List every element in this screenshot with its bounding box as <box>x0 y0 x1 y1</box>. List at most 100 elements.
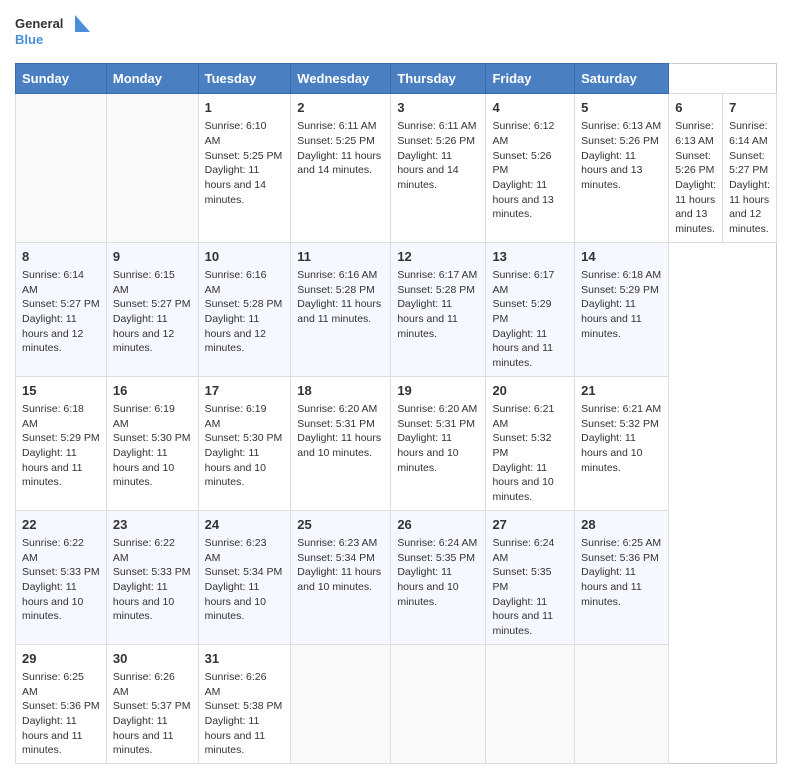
sunrise-text: Sunrise: 6:14 AM <box>729 120 768 147</box>
calendar-cell: 19Sunrise: 6:20 AMSunset: 5:31 PMDayligh… <box>391 376 486 510</box>
day-number: 20 <box>492 382 568 400</box>
day-number: 25 <box>297 516 384 534</box>
sunset-text: Sunset: 5:29 PM <box>581 284 659 296</box>
day-number: 9 <box>113 248 192 266</box>
daylight-text: Daylight: 11 hours and 14 minutes. <box>297 150 381 177</box>
calendar-cell: 10Sunrise: 6:16 AMSunset: 5:28 PMDayligh… <box>198 242 291 376</box>
sunset-text: Sunset: 5:32 PM <box>492 432 551 459</box>
col-header-thursday: Thursday <box>391 64 486 94</box>
daylight-text: Daylight: 11 hours and 11 minutes. <box>397 298 458 339</box>
calendar-cell <box>16 94 107 243</box>
sunrise-text: Sunrise: 6:15 AM <box>113 269 175 296</box>
daylight-text: Daylight: 11 hours and 11 minutes. <box>581 566 642 607</box>
sunrise-text: Sunrise: 6:18 AM <box>581 269 661 281</box>
calendar-week-row: 29Sunrise: 6:25 AMSunset: 5:36 PMDayligh… <box>16 644 777 763</box>
sunset-text: Sunset: 5:31 PM <box>297 418 375 430</box>
sunset-text: Sunset: 5:26 PM <box>675 150 714 177</box>
daylight-text: Daylight: 11 hours and 10 minutes. <box>205 447 266 488</box>
sunrise-text: Sunrise: 6:26 AM <box>113 671 175 698</box>
calendar-cell: 28Sunrise: 6:25 AMSunset: 5:36 PMDayligh… <box>575 510 669 644</box>
sunset-text: Sunset: 5:30 PM <box>113 432 191 444</box>
sunrise-text: Sunrise: 6:21 AM <box>492 403 554 430</box>
day-number: 31 <box>205 650 285 668</box>
daylight-text: Daylight: 11 hours and 10 minutes. <box>397 566 458 607</box>
calendar-cell: 25Sunrise: 6:23 AMSunset: 5:34 PMDayligh… <box>291 510 391 644</box>
daylight-text: Daylight: 11 hours and 13 minutes. <box>581 150 642 191</box>
daylight-text: Daylight: 11 hours and 11 minutes. <box>113 715 174 756</box>
sunset-text: Sunset: 5:37 PM <box>113 700 191 712</box>
calendar-week-row: 22Sunrise: 6:22 AMSunset: 5:33 PMDayligh… <box>16 510 777 644</box>
sunset-text: Sunset: 5:38 PM <box>205 700 283 712</box>
sunrise-text: Sunrise: 6:20 AM <box>297 403 377 415</box>
sunrise-text: Sunrise: 6:16 AM <box>297 269 377 281</box>
calendar-cell <box>486 644 575 763</box>
sunset-text: Sunset: 5:27 PM <box>729 150 768 177</box>
sunset-text: Sunset: 5:25 PM <box>297 135 375 147</box>
sunset-text: Sunset: 5:35 PM <box>397 552 475 564</box>
daylight-text: Daylight: 11 hours and 11 minutes. <box>492 328 553 369</box>
sunset-text: Sunset: 5:26 PM <box>397 135 475 147</box>
calendar-cell: 7 Sunrise: 6:14 AM Sunset: 5:27 PMDaylight… <box>723 94 777 243</box>
day-number: 29 <box>22 650 100 668</box>
calendar-cell: 1Sunrise: 6:10 AMSunset: 5:25 PMDaylight… <box>198 94 291 243</box>
sunrise-text: Sunrise: 6:24 AM <box>397 537 477 549</box>
sunrise-text: Sunrise: 6:23 AM <box>297 537 377 549</box>
daylight-text: Daylight: 11 hours and 10 minutes. <box>205 581 266 622</box>
sunset-text: Sunset: 5:33 PM <box>113 566 191 578</box>
calendar-cell <box>575 644 669 763</box>
day-number: 14 <box>581 248 662 266</box>
calendar-cell: 15Sunrise: 6:18 AMSunset: 5:29 PMDayligh… <box>16 376 107 510</box>
calendar-cell: 21Sunrise: 6:21 AMSunset: 5:32 PMDayligh… <box>575 376 669 510</box>
calendar-cell: 2Sunrise: 6:11 AMSunset: 5:25 PMDaylight… <box>291 94 391 243</box>
day-number: 21 <box>581 382 662 400</box>
col-header-saturday: Saturday <box>575 64 669 94</box>
daylight-text: Daylight: 11 hours and 14 minutes. <box>205 164 266 205</box>
calendar-cell: 26Sunrise: 6:24 AMSunset: 5:35 PMDayligh… <box>391 510 486 644</box>
daylight-text: Daylight: 11 hours and 12 minutes. <box>22 313 83 354</box>
day-number: 30 <box>113 650 192 668</box>
day-number: 7 <box>729 99 770 117</box>
daylight-text: Daylight: 11 hours and 13 minutes. <box>492 179 553 220</box>
sunset-text: Sunset: 5:35 PM <box>492 566 551 593</box>
sunset-text: Sunset: 5:33 PM <box>22 566 100 578</box>
daylight-text: Daylight: 11 hours and 10 minutes. <box>113 447 174 488</box>
sunset-text: Sunset: 5:29 PM <box>492 298 551 325</box>
calendar-cell: 23Sunrise: 6:22 AMSunset: 5:33 PMDayligh… <box>106 510 198 644</box>
calendar-cell: 12Sunrise: 6:17 AMSunset: 5:28 PMDayligh… <box>391 242 486 376</box>
calendar-cell: 17Sunrise: 6:19 AMSunset: 5:30 PMDayligh… <box>198 376 291 510</box>
day-number: 24 <box>205 516 285 534</box>
daylight-text: Daylight: 11 hours and 10 minutes. <box>397 432 458 473</box>
day-number: 28 <box>581 516 662 534</box>
calendar-table: SundayMondayTuesdayWednesdayThursdayFrid… <box>15 63 777 764</box>
calendar-cell: 16Sunrise: 6:19 AMSunset: 5:30 PMDayligh… <box>106 376 198 510</box>
sunrise-text: Sunrise: 6:14 AM <box>22 269 84 296</box>
sunrise-text: Sunrise: 6:19 AM <box>205 403 267 430</box>
sunrise-text: Sunrise: 6:18 AM <box>22 403 84 430</box>
calendar-week-row: 15Sunrise: 6:18 AMSunset: 5:29 PMDayligh… <box>16 376 777 510</box>
daylight-text: Daylight: 11 hours and 12 minutes. <box>729 179 770 235</box>
day-number: 10 <box>205 248 285 266</box>
sunset-text: Sunset: 5:28 PM <box>397 284 475 296</box>
calendar-cell <box>291 644 391 763</box>
day-number: 8 <box>22 248 100 266</box>
calendar-cell <box>391 644 486 763</box>
day-number: 22 <box>22 516 100 534</box>
daylight-text: Daylight: 11 hours and 11 minutes. <box>205 715 266 756</box>
calendar-cell: 3Sunrise: 6:11 AMSunset: 5:26 PMDaylight… <box>391 94 486 243</box>
calendar-cell: 22Sunrise: 6:22 AMSunset: 5:33 PMDayligh… <box>16 510 107 644</box>
daylight-text: Daylight: 11 hours and 11 minutes. <box>581 298 642 339</box>
sunrise-text: Sunrise: 6:21 AM <box>581 403 661 415</box>
day-number: 6 <box>675 99 716 117</box>
sunrise-text: Sunrise: 6:10 AM <box>205 120 267 147</box>
logo-svg: General Blue <box>15 10 95 55</box>
day-number: 19 <box>397 382 479 400</box>
day-number: 23 <box>113 516 192 534</box>
daylight-text: Daylight: 11 hours and 14 minutes. <box>397 150 458 191</box>
calendar-cell: 4Sunrise: 6:12 AMSunset: 5:26 PMDaylight… <box>486 94 575 243</box>
daylight-text: Daylight: 11 hours and 10 minutes. <box>297 432 381 459</box>
sunset-text: Sunset: 5:34 PM <box>297 552 375 564</box>
page-header: General Blue <box>15 10 777 55</box>
day-number: 15 <box>22 382 100 400</box>
daylight-text: Daylight: 11 hours and 12 minutes. <box>205 313 266 354</box>
sunrise-text: Sunrise: 6:17 AM <box>397 269 477 281</box>
